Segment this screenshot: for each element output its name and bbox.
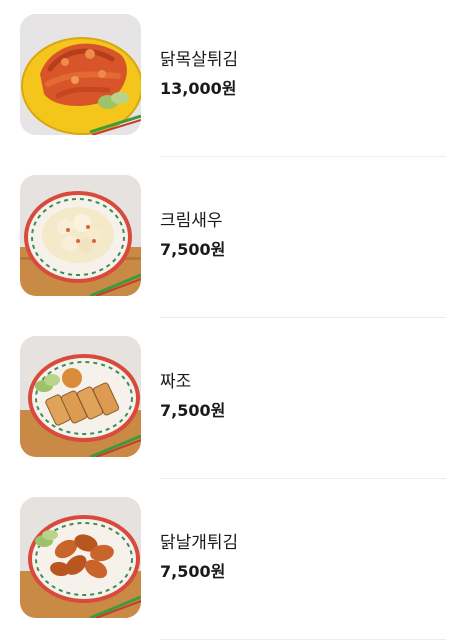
menu-item-3[interactable]: 짜조 7,500원 [0, 322, 466, 483]
menu-item-price: 7,500원 [160, 562, 226, 581]
menu-item-photo [20, 336, 141, 457]
menu-item-1[interactable]: 닭목살튀김 13,000원 [0, 0, 466, 161]
menu-item-photo [20, 497, 141, 618]
menu-list: 닭목살튀김 13,000원 크림새우 7,500원 짜조 7,500원 닭날개튀… [0, 0, 466, 641]
menu-item-price: 13,000원 [160, 79, 237, 98]
fried-spring-roll-photo [20, 336, 141, 457]
menu-item-4[interactable]: 닭날개튀김 7,500원 [0, 483, 466, 644]
menu-item-photo [20, 14, 141, 135]
menu-item-price: 7,500원 [160, 240, 226, 259]
menu-item-name: 크림새우 [160, 211, 223, 231]
divider [160, 317, 446, 318]
fried-chicken-wing-photo [20, 497, 141, 618]
divider [160, 156, 446, 157]
divider [160, 478, 446, 479]
menu-item-name: 닭목살튀김 [160, 50, 239, 70]
fried-chicken-neck-photo [20, 14, 141, 135]
cream-shrimp-photo [20, 175, 141, 296]
menu-item-2[interactable]: 크림새우 7,500원 [0, 161, 466, 322]
menu-item-photo [20, 175, 141, 296]
menu-item-name: 닭날개튀김 [160, 533, 239, 553]
menu-item-price: 7,500원 [160, 401, 226, 420]
divider [160, 639, 446, 640]
menu-item-name: 짜조 [160, 372, 192, 392]
